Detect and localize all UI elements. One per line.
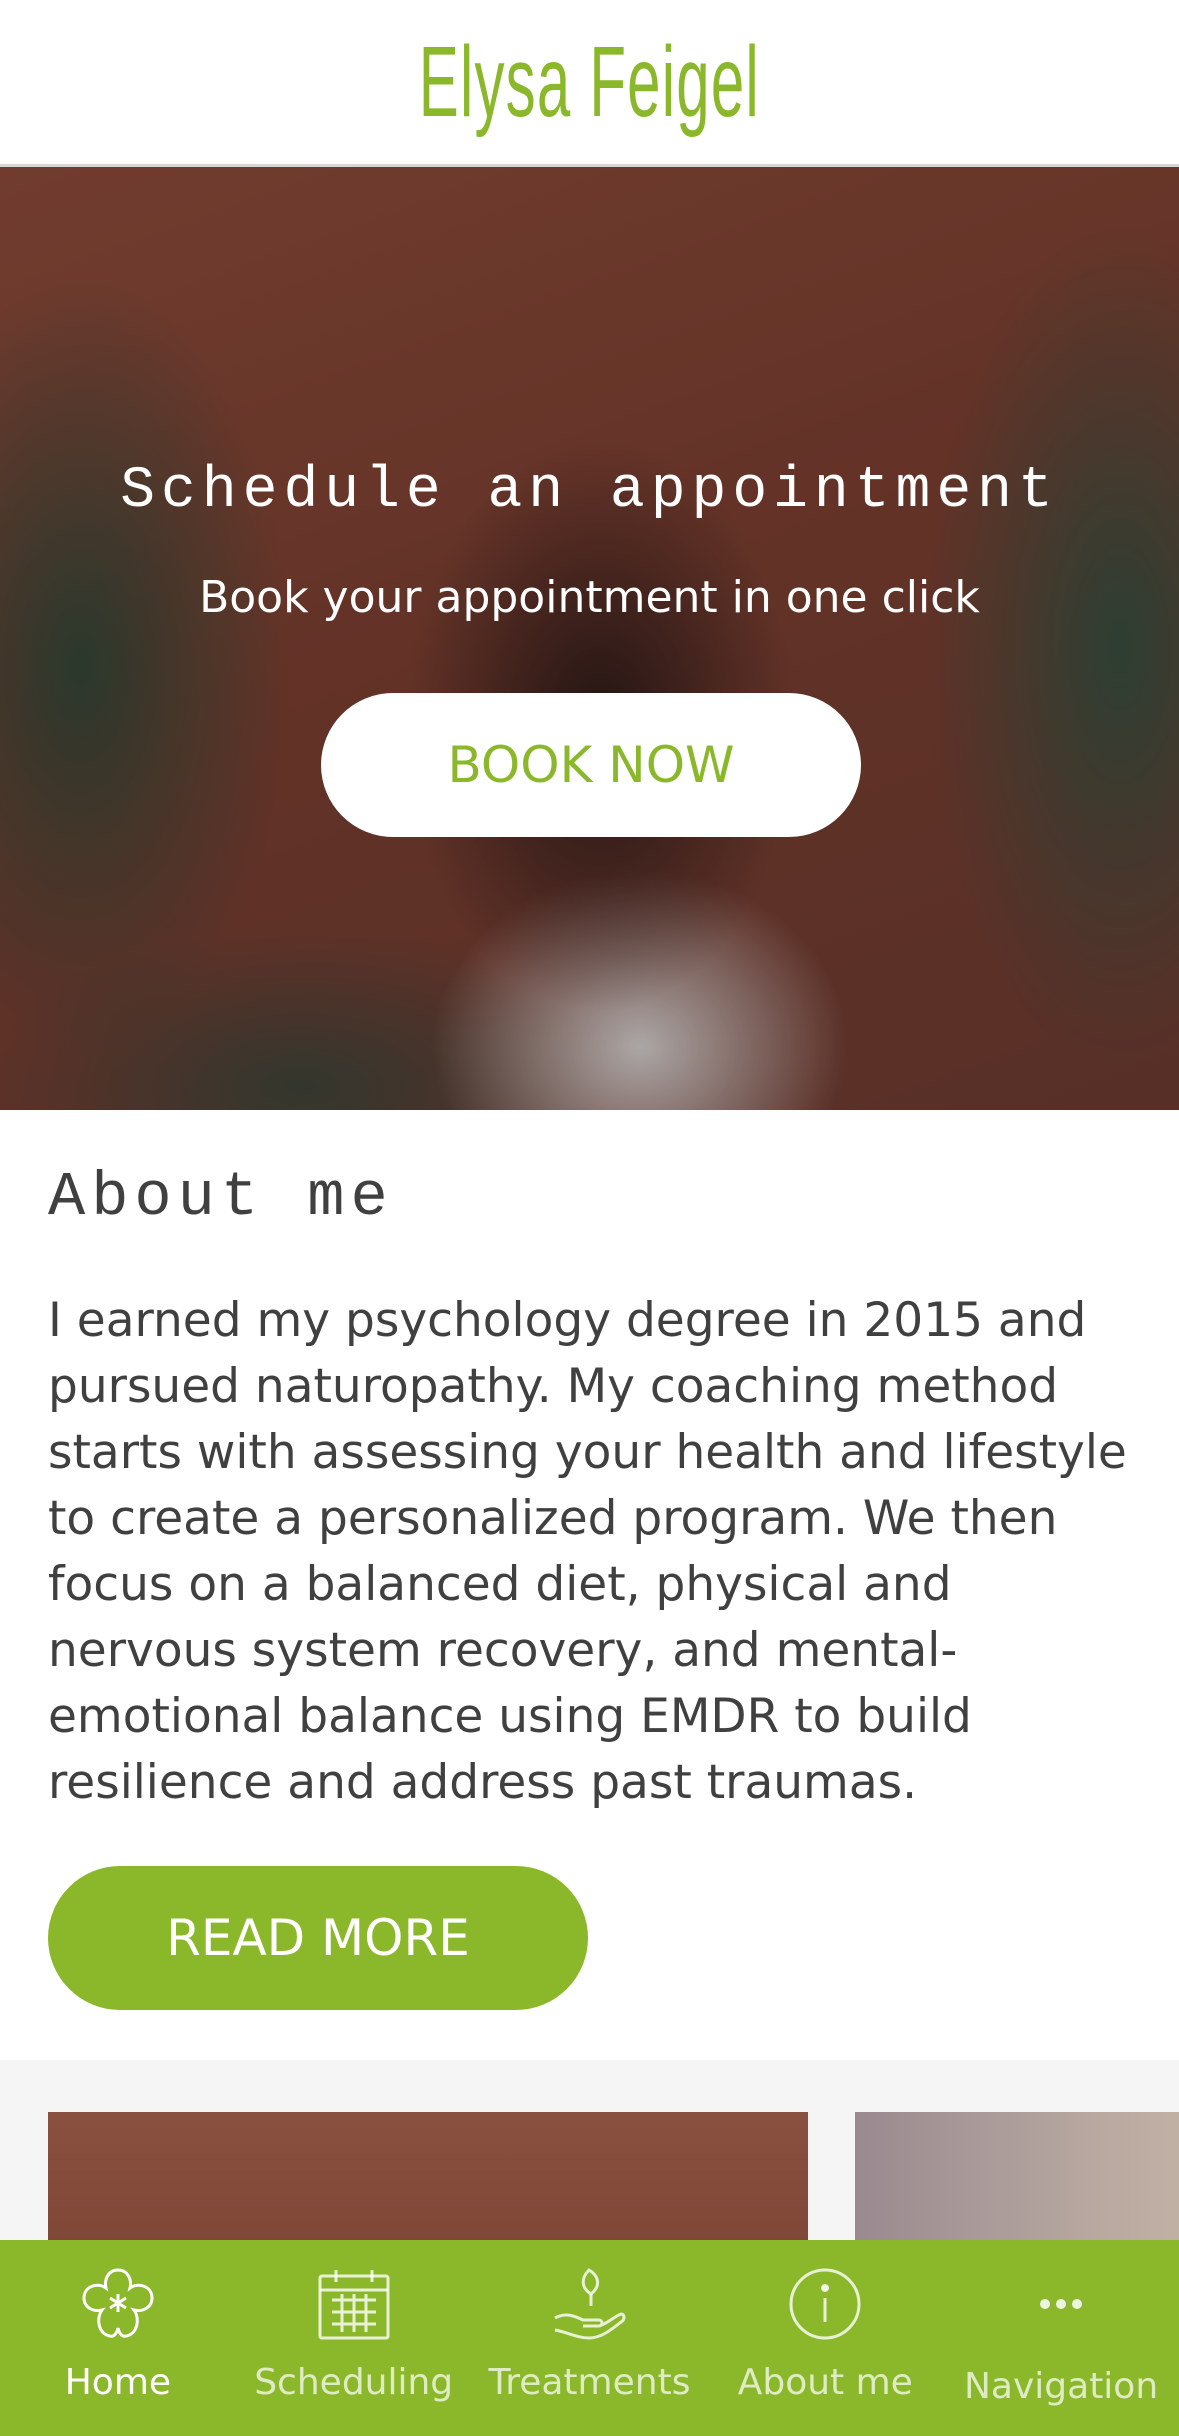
- book-now-button[interactable]: BOOK NOW: [321, 693, 861, 837]
- about-title: About me: [48, 1162, 394, 1233]
- tab-scheduling-label: Scheduling: [254, 2362, 454, 2403]
- tab-home-label: Home: [64, 2362, 172, 2403]
- brand-logo: Elysa Feigel: [418, 25, 761, 138]
- gallery-carousel[interactable]: [0, 2060, 1179, 2240]
- hero-background-image: [0, 167, 1179, 1110]
- hero-title: Schedule an appointment: [120, 459, 1059, 524]
- hero-banner: Schedule an appointment Book your appoin…: [0, 167, 1179, 1110]
- gallery-card-image[interactable]: [48, 2112, 808, 2240]
- tab-navigation-label: Navigation: [963, 2366, 1159, 2407]
- tab-treatments[interactable]: Treatments: [472, 2240, 708, 2436]
- tab-treatments-label: Treatments: [488, 2362, 691, 2403]
- more-dots-icon: [1019, 2262, 1103, 2346]
- hand-leaf-icon: [547, 2262, 631, 2346]
- tab-about-me-label: About me: [737, 2362, 913, 2403]
- tab-home[interactable]: Home: [0, 2240, 236, 2436]
- about-description: I earned my psychology degree in 2015 an…: [48, 1293, 1127, 1810]
- tab-about-me[interactable]: About me: [707, 2240, 943, 2436]
- gallery-card-image[interactable]: [855, 2112, 1179, 2240]
- bottom-tab-bar: Home Scheduling Treatments About me Navi…: [0, 2240, 1179, 2436]
- calendar-icon: [312, 2262, 396, 2346]
- hero-subtitle: Book your appointment in one click: [199, 572, 980, 623]
- flower-asterisk-icon: [76, 2262, 160, 2346]
- info-icon: [783, 2262, 867, 2346]
- app-header: Elysa Feigel: [0, 0, 1179, 167]
- tab-navigation[interactable]: Navigation: [943, 2240, 1179, 2436]
- tab-scheduling[interactable]: Scheduling: [236, 2240, 472, 2436]
- read-more-button[interactable]: READ MORE: [48, 1866, 588, 2010]
